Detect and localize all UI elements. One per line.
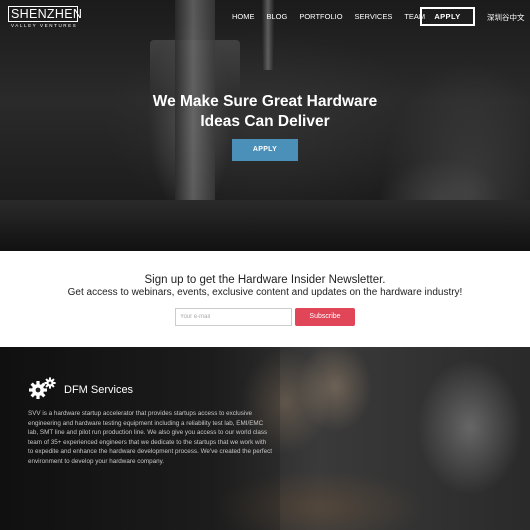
- dfm-description: SVV is a hardware startup accelerator th…: [28, 410, 273, 465]
- hero-section: SHENZHEN VALLEY VENTURES HOME BLOG PORTF…: [0, 0, 530, 251]
- logo[interactable]: SHENZHEN VALLEY VENTURES: [8, 6, 82, 28]
- main-nav: HOME BLOG PORTFOLIO SERVICES TEAM: [232, 12, 437, 21]
- dfm-title: DFM Services: [64, 384, 134, 396]
- hero-title-line2: Ideas Can Deliver: [200, 113, 330, 130]
- newsletter-title: Sign up to get the Hardware Insider News…: [144, 274, 386, 286]
- nav-services[interactable]: SERVICES: [355, 12, 393, 21]
- hero-title-line1: We Make Sure Great Hardware: [152, 93, 378, 110]
- subscribe-button[interactable]: Subscribe: [295, 308, 355, 326]
- nav-blog[interactable]: BLOG: [267, 12, 288, 21]
- newsletter-section: Sign up to get the Hardware Insider News…: [0, 251, 530, 347]
- newsletter-subtitle: Get access to webinars, events, exclusiv…: [67, 287, 463, 298]
- logo-subtext: VALLEY VENTURES: [11, 23, 78, 28]
- dfm-services-section: DFM Services SVV is a hardware startup a…: [0, 347, 530, 530]
- nav-portfolio[interactable]: PORTFOLIO: [299, 12, 342, 21]
- hero-title: We Make Sure Great Hardware Ideas Can De…: [0, 92, 530, 132]
- gears-icon: [29, 377, 56, 399]
- logo-text: SHENZHEN: [8, 6, 82, 22]
- email-input[interactable]: [175, 308, 292, 326]
- hero-apply-button[interactable]: APPLY: [232, 139, 298, 161]
- language-link[interactable]: 深圳谷中文: [487, 12, 525, 23]
- nav-apply-button[interactable]: APPLY: [420, 7, 475, 26]
- nav-home[interactable]: HOME: [232, 12, 255, 21]
